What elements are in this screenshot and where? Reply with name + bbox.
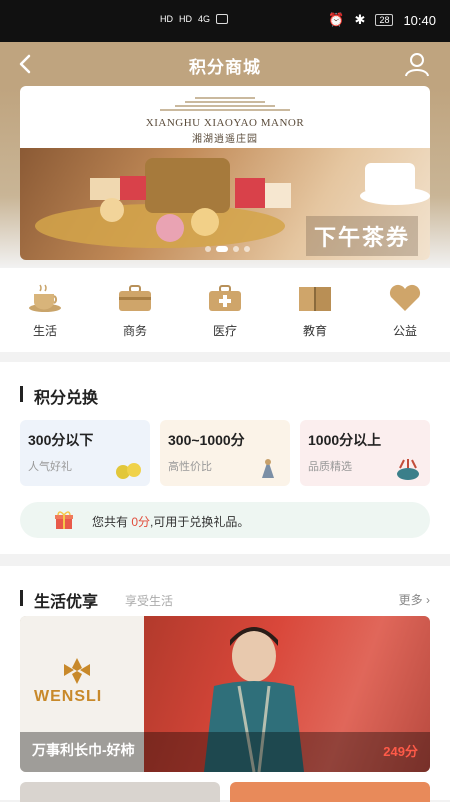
category-education[interactable]: 教育 bbox=[270, 268, 360, 352]
carousel-dot-active[interactable] bbox=[216, 246, 228, 252]
carousel-dot[interactable] bbox=[233, 246, 239, 252]
heart-icon bbox=[389, 284, 421, 311]
points-note-suffix: ,可用于兑换礼品。 bbox=[150, 515, 250, 529]
section-title: 积分兑换 bbox=[20, 384, 98, 408]
chevron-right-icon: › bbox=[426, 593, 430, 607]
status-bar: HD HD 4G ⏰ ✱ 28 10:40 bbox=[0, 0, 450, 42]
product-card[interactable]: WENSLI 万事利长巾-好柿 249分 bbox=[20, 616, 430, 772]
category-label: 教育 bbox=[302, 324, 327, 338]
logo-chinese: 湘湖逍遥庄园 bbox=[192, 134, 258, 145]
category-row: 生活 商务 医疗 教育 公益 bbox=[0, 268, 450, 352]
carousel-dots bbox=[205, 246, 250, 252]
section-subtitle: 享受生活 bbox=[125, 594, 174, 608]
exchange-card-300-1000[interactable]: 300~1000分 高性价比 bbox=[160, 420, 290, 486]
product-price: 249分 bbox=[383, 744, 418, 759]
category-label: 生活 bbox=[32, 324, 57, 338]
vase-gift-icon bbox=[397, 459, 419, 480]
fruit-gift-icon bbox=[116, 463, 141, 479]
wensli-logo-mark bbox=[64, 658, 90, 684]
page-title: 积分商城 bbox=[189, 58, 261, 77]
logo-english: XIANGHU XIAOYAO MANOR bbox=[145, 117, 305, 129]
carousel-dot[interactable] bbox=[205, 246, 211, 252]
category-business[interactable]: 商务 bbox=[90, 268, 180, 352]
points-balance-text: 您共有 0分,可用于兑换礼品。 bbox=[92, 513, 249, 530]
coffee-icon bbox=[29, 284, 61, 312]
gift-icon bbox=[55, 511, 73, 529]
status-left: HD HD 4G bbox=[160, 14, 229, 24]
next-product-peek-left[interactable] bbox=[20, 782, 220, 802]
hero-banner[interactable]: 下午茶券 bbox=[20, 148, 430, 260]
life-section: 生活优享 享受生活 更多 › WENSLI 万事利长巾-好柿 249分 bbox=[0, 566, 450, 802]
hero-card: XIANGHU XIAOYAO MANOR 湘湖逍遥庄园 下午茶券 bbox=[20, 86, 430, 260]
network-indicator-1: HD bbox=[160, 14, 173, 24]
book-icon bbox=[299, 287, 331, 311]
app-header: 积分商城 bbox=[0, 42, 450, 88]
wifi-icon bbox=[216, 14, 229, 24]
points-value: 0分 bbox=[131, 515, 151, 529]
category-label: 商务 bbox=[122, 324, 147, 338]
bluetooth-icon: ✱ bbox=[354, 12, 366, 27]
exchange-card-title: 300分以下 bbox=[28, 432, 94, 448]
category-life[interactable]: 生活 bbox=[0, 268, 90, 352]
points-balance-note: 您共有 0分,可用于兑换礼品。 bbox=[20, 502, 430, 538]
carousel-dot[interactable] bbox=[244, 246, 250, 252]
section-title: 生活优享 bbox=[20, 588, 98, 612]
points-exchange-section: 积分兑换 300分以下 人气好礼 300~1000分 高性价比 1000分以上 … bbox=[0, 362, 450, 554]
exchange-card-under-300[interactable]: 300分以下 人气好礼 bbox=[20, 420, 150, 486]
category-label: 医疗 bbox=[212, 324, 237, 338]
figurine-gift-icon bbox=[262, 459, 274, 478]
signal-indicator: 4G bbox=[198, 14, 211, 24]
more-label: 更多 bbox=[398, 593, 423, 607]
category-medical[interactable]: 医疗 bbox=[180, 268, 270, 352]
product-name: 万事利长巾-好柿 bbox=[32, 742, 135, 758]
logo-roof-graphic bbox=[160, 97, 290, 111]
user-profile-icon[interactable] bbox=[404, 51, 430, 77]
next-product-peek-right[interactable] bbox=[230, 782, 430, 802]
medical-kit-icon bbox=[209, 285, 241, 311]
exchange-card-title: 1000分以上 bbox=[308, 432, 382, 448]
clock: 10:40 bbox=[403, 12, 436, 28]
alarm-icon: ⏰ bbox=[328, 12, 345, 27]
network-indicator-2: HD bbox=[179, 14, 192, 24]
banner-caption: 下午茶券 bbox=[305, 216, 418, 256]
manor-logo: XIANGHU XIAOYAO MANOR 湘湖逍遥庄园 bbox=[20, 86, 430, 150]
points-note-prefix: 您共有 bbox=[92, 515, 129, 529]
briefcase-icon bbox=[119, 285, 151, 311]
brand-name: WENSLI bbox=[34, 688, 103, 705]
exchange-card-over-1000[interactable]: 1000分以上 品质精选 bbox=[300, 420, 430, 486]
exchange-card-title: 300~1000分 bbox=[168, 432, 245, 448]
status-right: ⏰ ✱ 28 10:40 bbox=[328, 12, 436, 28]
category-charity[interactable]: 公益 bbox=[360, 268, 450, 352]
battery-indicator: 28 bbox=[375, 14, 394, 26]
more-link[interactable]: 更多 › bbox=[399, 591, 430, 608]
category-label: 公益 bbox=[392, 324, 417, 338]
